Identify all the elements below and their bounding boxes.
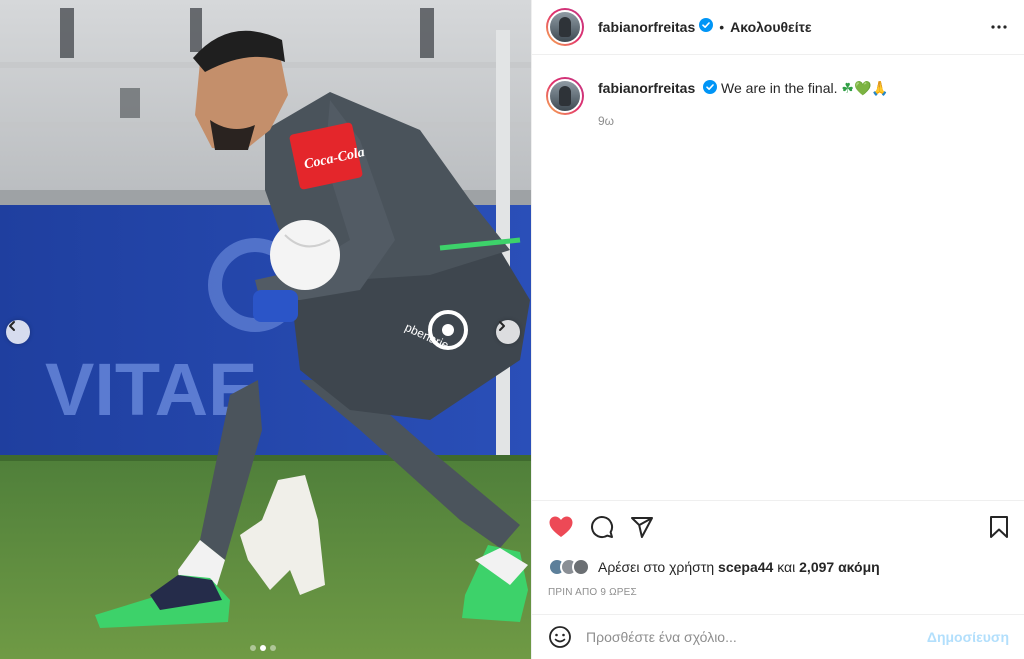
liker-avatar [572, 558, 590, 576]
more-options-button[interactable] [990, 24, 1008, 30]
comment-icon [591, 516, 614, 539]
caption-time[interactable]: 9ω [598, 112, 889, 130]
post-media[interactable]: VITAE pbenarie Coca-Cola [0, 0, 531, 659]
comment-button[interactable] [590, 515, 614, 539]
chevron-right-icon [499, 321, 505, 331]
likes-conjunction: και [777, 559, 796, 575]
caption-emojis: ☘💚🙏 [841, 80, 889, 96]
likes-summary[interactable]: Αρέσει στο χρήστη scepa44 και 2,097 ακόμ… [532, 553, 1024, 581]
bookmark-icon [990, 516, 1008, 538]
carousel-indicator [250, 645, 276, 651]
liker-avatars [548, 558, 590, 576]
verified-badge-icon [703, 80, 718, 98]
verified-badge-icon [699, 17, 714, 37]
emoji-smile-icon [549, 626, 571, 648]
post-photo: VITAE pbenarie Coca-Cola [0, 0, 531, 659]
likes-user[interactable]: scepa44 [718, 559, 773, 575]
carousel-dot [250, 645, 256, 651]
avatar[interactable] [546, 8, 584, 46]
post-caption: fabianorfreitas We are in the final. ☘💚🙏… [532, 55, 1024, 130]
share-button[interactable] [630, 515, 654, 539]
likes-prefix: Αρέσει στο χρήστη [598, 559, 715, 575]
comment-input[interactable] [586, 629, 927, 645]
save-button[interactable] [989, 515, 1009, 539]
chevron-left-icon [9, 321, 15, 331]
more-horizontal-icon [991, 25, 1007, 29]
share-icon [631, 517, 653, 538]
carousel-dot [260, 645, 266, 651]
like-button[interactable] [548, 515, 574, 539]
carousel-prev-button[interactable] [6, 320, 30, 344]
caption-avatar[interactable] [546, 77, 584, 115]
post-side-panel: fabianorfreitas • Ακολουθείτε fabianorfr… [531, 0, 1024, 659]
post-header: fabianorfreitas • Ακολουθείτε [532, 0, 1024, 55]
carousel-next-button[interactable] [496, 320, 520, 344]
post-actions: Αρέσει στο χρήστη scepa44 και 2,097 ακόμ… [532, 500, 1024, 598]
heart-filled-icon [549, 516, 573, 537]
emoji-button[interactable] [548, 625, 572, 649]
caption-username[interactable]: fabianorfreitas [598, 80, 695, 96]
comment-bar: Δημοσίευση [532, 614, 1024, 659]
header-username[interactable]: fabianorfreitas [598, 19, 695, 35]
publish-button[interactable]: Δημοσίευση [927, 629, 1009, 645]
following-button[interactable]: Ακολουθείτε [730, 19, 811, 35]
likes-count[interactable]: 2,097 ακόμη [799, 559, 880, 575]
carousel-dot [270, 645, 276, 651]
caption-text: We are in the final. [721, 80, 838, 96]
header-separator: • [719, 19, 725, 35]
post-timestamp[interactable]: ΠΡΙΝ ΑΠΟ 9 ΩΡΕΣ [532, 587, 1024, 598]
